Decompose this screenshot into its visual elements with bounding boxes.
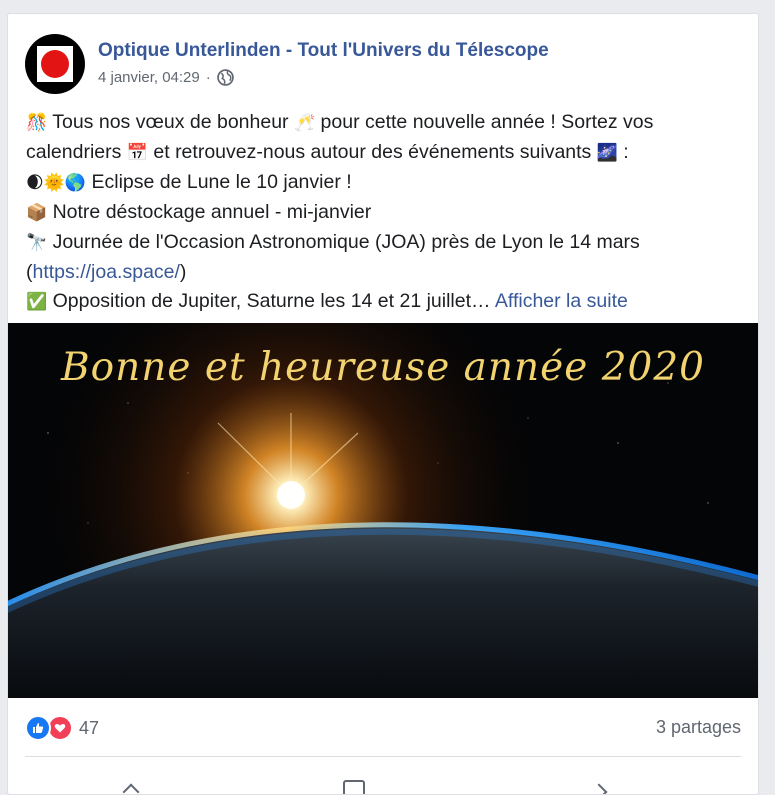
package-emoji: 📦	[26, 203, 48, 223]
image-title-text: Bonne et heureuse année 2020	[61, 345, 705, 390]
page-avatar[interactable]	[25, 34, 85, 94]
post-timestamp[interactable]: 4 janvier, 04:29	[98, 69, 200, 86]
post-line-4: 📦 Notre déstockage annuel - mi-janvier	[26, 201, 372, 223]
like-action-icon[interactable]	[122, 783, 140, 794]
post-line-3: 🌒🌞🌎 Eclipse de Lune le 10 janvier !	[26, 171, 352, 193]
like-icon	[25, 715, 51, 741]
reactions-summary[interactable]: 47	[25, 715, 99, 741]
reaction-count: 47	[79, 717, 100, 738]
post-line-1: 🎊 Tous nos vœux de bonheur 🥂 pour cette …	[26, 111, 654, 133]
telescope-emoji: 🔭	[26, 233, 48, 253]
joa-link[interactable]: https://joa.space/	[33, 261, 180, 283]
post-meta: 4 janvier, 04:29 ·	[98, 69, 234, 86]
shares-count[interactable]: 3 partages	[656, 717, 741, 738]
post-line-5: 🔭 Journée de l'Occasion Astronomique (JO…	[26, 231, 640, 253]
post-header: Optique Unterlinden - Tout l'Univers du …	[25, 34, 725, 94]
check-emoji: ✅	[26, 292, 48, 312]
see-more-link[interactable]: Afficher la suite	[495, 290, 628, 312]
moon-sun-earth-emoji: 🌒🌞🌎	[26, 173, 87, 193]
globe-icon[interactable]	[216, 69, 234, 86]
champagne-emoji: 🥂	[293, 113, 316, 133]
calendar-emoji: 📅	[126, 143, 148, 163]
post-actions-bar	[25, 764, 741, 794]
post-image[interactable]: Bonne et heureuse année 2020	[8, 323, 758, 698]
confetti-emoji: 🎊	[26, 113, 48, 133]
avatar-logo-dot	[41, 50, 69, 78]
share-action-icon[interactable]	[590, 783, 608, 794]
meta-separator: ·	[205, 69, 211, 86]
post-line-7: ✅ Opposition de Jupiter, Saturne les 14 …	[26, 290, 628, 312]
post-footer: 47 3 partages	[25, 711, 741, 745]
post-line-2: calendriers 📅 et retrouvez-nous autour d…	[26, 141, 629, 163]
footer-divider	[25, 756, 741, 757]
page-name-link[interactable]: Optique Unterlinden - Tout l'Univers du …	[98, 40, 549, 62]
comment-action-icon[interactable]	[343, 780, 365, 794]
post-line-6: (https://joa.space/)	[26, 261, 187, 283]
post-card: Optique Unterlinden - Tout l'Univers du …	[7, 13, 759, 795]
milky-way-emoji: 🌌	[596, 143, 618, 163]
post-text: 🎊 Tous nos vœux de bonheur 🥂 pour cette …	[26, 108, 741, 317]
